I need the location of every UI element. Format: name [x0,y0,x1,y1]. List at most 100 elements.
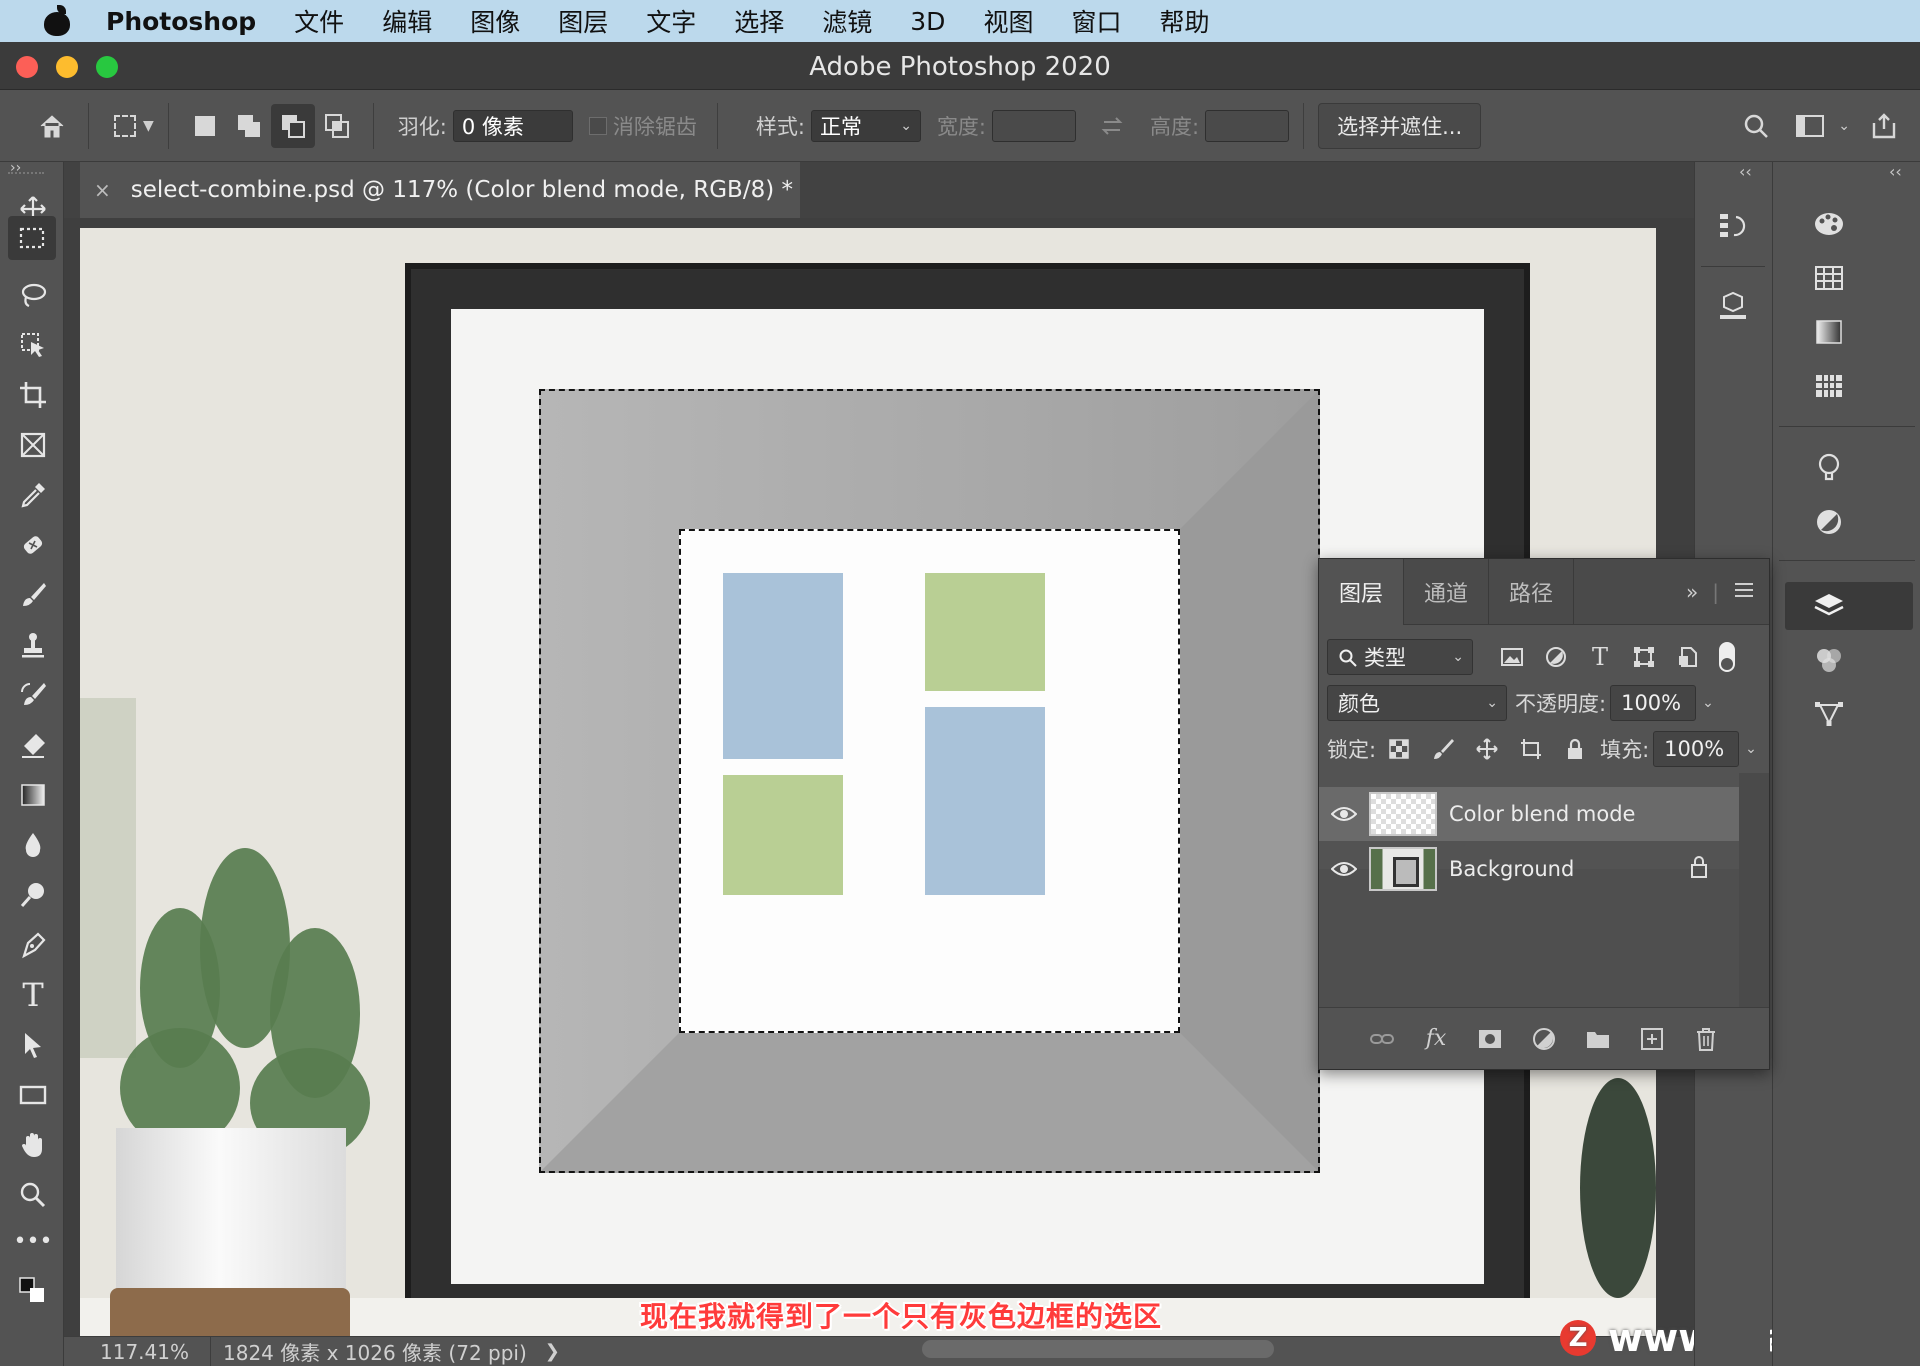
pen-tool-icon[interactable] [14,926,52,964]
3d-panel-icon[interactable] [1713,286,1753,326]
home-icon[interactable] [30,104,74,148]
properties-panel-icon[interactable] [1809,448,1849,488]
blend-mode-select[interactable]: 颜色 ⌄ [1327,685,1507,721]
delete-layer-icon[interactable] [1692,1025,1720,1053]
blur-tool-icon[interactable] [14,826,52,864]
new-adjustment-layer-icon[interactable] [1530,1025,1558,1053]
close-tab-icon[interactable]: × [94,178,111,202]
swatches-panel-icon[interactable] [1809,258,1849,298]
object-selection-tool-icon[interactable] [14,326,52,364]
tab-channels[interactable]: 通道 [1404,558,1490,625]
dodge-tool-icon[interactable] [14,876,52,914]
history-panel-icon[interactable] [1713,206,1753,246]
menu-view[interactable]: 视图 [983,3,1033,39]
clone-stamp-tool-icon[interactable] [14,626,52,664]
horizontal-scrollbar[interactable] [922,1340,1274,1358]
hand-tool-icon[interactable] [14,1126,52,1164]
layer-name[interactable]: Color blend mode [1449,802,1635,826]
zoom-tool-icon[interactable] [14,1176,52,1214]
lock-image-pixels-icon[interactable] [1428,734,1458,764]
layer-filter-select[interactable]: 类型 ⌄ [1327,639,1473,675]
feather-input[interactable]: 0 像素 [452,109,573,142]
lock-all-icon[interactable] [1560,734,1590,764]
crop-tool-icon[interactable] [14,376,52,414]
history-brush-tool-icon[interactable] [14,676,52,714]
lock-transparent-pixels-icon[interactable] [1384,734,1414,764]
filter-pixel-icon[interactable] [1497,642,1527,672]
fill-input[interactable]: 100% [1653,731,1740,767]
new-layer-icon[interactable] [1638,1025,1666,1053]
style-select[interactable]: 正常 ⌄ [810,109,921,142]
menu-file[interactable]: 文件 [294,3,344,39]
patterns-panel-icon[interactable] [1809,366,1849,406]
swap-dimensions-icon[interactable] [1090,104,1134,148]
opacity-input[interactable]: 100% [1610,685,1697,721]
menu-window[interactable]: 窗口 [1071,3,1121,39]
new-selection-icon[interactable] [183,104,227,148]
adjustments-panel-icon[interactable] [1809,502,1849,542]
link-layers-icon[interactable] [1368,1025,1396,1053]
lock-artboard-icon[interactable] [1516,734,1546,764]
search-icon[interactable] [1734,104,1778,148]
document-tab[interactable]: × select-combine.psd @ 117% (Color blend… [80,162,800,218]
filter-smart-object-icon[interactable] [1673,642,1703,672]
expand-panel-icon[interactable]: » [1686,580,1698,604]
color-swatches-icon[interactable] [14,1272,52,1310]
color-panel-icon[interactable] [1809,204,1849,244]
menu-type[interactable]: 文字 [646,3,696,39]
rectangular-marquee-tool-icon[interactable] [8,216,56,260]
filter-type-icon[interactable]: T [1585,642,1615,672]
fill-dropdown-icon[interactable]: ⌄ [1745,741,1757,757]
layer-row-background[interactable]: Background [1319,842,1739,896]
tab-layers[interactable]: 图层 [1319,558,1405,625]
menu-edit[interactable]: 编辑 [382,3,432,39]
add-to-selection-icon[interactable] [227,104,271,148]
filter-adjustment-icon[interactable] [1541,642,1571,672]
select-and-mask-button[interactable]: 选择并遮住... [1318,102,1482,149]
type-tool-icon[interactable]: T [14,976,52,1014]
menu-image[interactable]: 图像 [470,3,520,39]
collapse-dock-icon[interactable]: ‹‹ [1889,162,1902,181]
visibility-eye-icon[interactable] [1319,860,1369,878]
menu-3d[interactable]: 3D [910,7,945,36]
lock-icon[interactable] [1689,855,1709,884]
filter-shape-icon[interactable] [1629,642,1659,672]
healing-brush-tool-icon[interactable] [14,526,52,564]
height-input[interactable] [1205,109,1290,142]
collapse-dock-icon[interactable]: ‹‹ [1739,162,1752,181]
panel-grip[interactable] [8,172,44,180]
zoom-level[interactable]: 117.41% [100,1340,210,1364]
panel-menu-icon[interactable] [1733,580,1755,604]
path-selection-tool-icon[interactable] [14,1026,52,1064]
new-group-icon[interactable] [1584,1025,1612,1053]
eraser-tool-icon[interactable] [14,726,52,764]
channels-panel-icon[interactable] [1809,640,1849,680]
add-mask-icon[interactable] [1476,1025,1504,1053]
antialias-checkbox[interactable] [588,116,607,135]
lasso-tool-icon[interactable] [14,276,52,314]
layers-scroll-track[interactable] [1739,773,1769,1007]
chevron-down-icon[interactable]: ⌄ [1838,118,1850,134]
eyedropper-tool-icon[interactable] [14,476,52,514]
frame-tool-icon[interactable] [14,426,52,464]
workspace-icon[interactable] [1788,104,1832,148]
layer-row-color-blend[interactable]: Color blend mode [1319,787,1739,841]
subtract-from-selection-icon[interactable] [270,103,315,148]
share-icon[interactable] [1862,104,1906,148]
filter-toggle[interactable] [1719,642,1735,672]
menu-filter[interactable]: 滤镜 [822,3,872,39]
apple-logo-icon[interactable] [38,5,78,36]
gradient-tool-icon[interactable] [14,776,52,814]
layers-panel-icon[interactable] [1809,586,1849,626]
width-input[interactable] [992,109,1077,142]
opacity-dropdown-icon[interactable]: ⌄ [1702,695,1714,711]
intersect-selection-icon[interactable] [315,104,359,148]
rectangle-tool-icon[interactable] [14,1076,52,1114]
layer-name[interactable]: Background [1449,857,1574,881]
layer-effects-icon[interactable]: fx [1422,1025,1450,1053]
more-tools-icon[interactable]: ••• [14,1222,53,1260]
menu-select[interactable]: 选择 [734,3,784,39]
visibility-eye-icon[interactable] [1319,805,1369,823]
marquee-preset-icon[interactable] [103,104,147,148]
status-menu-arrow-icon[interactable]: ❯ [545,1341,560,1362]
